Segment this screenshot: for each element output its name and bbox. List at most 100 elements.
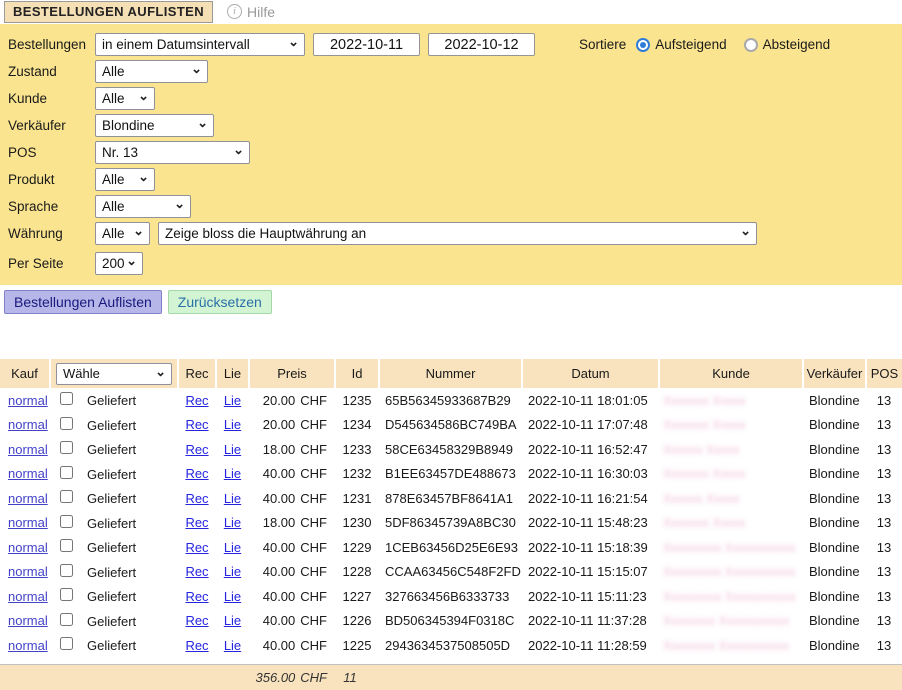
sprache-select[interactable]: Alle (95, 195, 191, 218)
lie-link[interactable]: Lie (224, 515, 241, 530)
lie-link[interactable]: Lie (224, 540, 241, 555)
rec-link[interactable]: Rec (185, 515, 208, 530)
kauf-link[interactable]: normal (8, 515, 48, 530)
rec-link[interactable]: Rec (185, 393, 208, 408)
rec-link[interactable]: Rec (185, 540, 208, 555)
lie-link[interactable]: Lie (224, 638, 241, 653)
kauf-link[interactable]: normal (8, 613, 48, 628)
row-checkbox[interactable] (60, 466, 73, 479)
customer-name-redacted[interactable]: Xxxxxx Xxxxx (663, 492, 739, 506)
customer-name-redacted[interactable]: Xxxxxx Xxxxx (663, 443, 739, 457)
row-checkbox[interactable] (60, 539, 73, 552)
radio-icon-aufsteigend (636, 38, 650, 52)
rec-link[interactable]: Rec (185, 589, 208, 604)
row-checkbox[interactable] (60, 613, 73, 626)
radio-aufsteigend[interactable]: Aufsteigend (636, 37, 726, 52)
kauf-link[interactable]: normal (8, 491, 48, 506)
verkaeufer-select[interactable]: Blondine (95, 114, 214, 137)
verkaeufer-select-wrap: Blondine (95, 114, 214, 137)
customer-name-redacted[interactable]: Xxxxxxxxx Xxxxxxxxxxx (663, 541, 796, 555)
waehle-select[interactable]: Wähle (56, 363, 172, 385)
customer-name-redacted[interactable]: Xxxxxxx Xxxxx (663, 394, 746, 408)
row-checkbox[interactable] (60, 637, 73, 650)
submit-button[interactable]: Bestellungen Auflisten (4, 290, 162, 314)
cell-id: 1235 (335, 388, 379, 413)
row-checkbox[interactable] (60, 490, 73, 503)
cell-datum: 2022-10-11 15:18:39 (522, 535, 659, 560)
row-checkbox[interactable] (60, 588, 73, 601)
cell-select-status: Geliefert (50, 535, 178, 560)
rec-link[interactable]: Rec (185, 638, 208, 653)
cell-verkaeufer: Blondine (803, 609, 866, 634)
lie-link[interactable]: Lie (224, 466, 241, 481)
customer-name-redacted[interactable]: Xxxxxxx Xxxxx (663, 418, 746, 432)
lie-link[interactable]: Lie (224, 589, 241, 604)
kauf-link[interactable]: normal (8, 466, 48, 481)
radio-absteigend[interactable]: Absteigend (744, 37, 831, 52)
rec-link[interactable]: Rec (185, 442, 208, 457)
kauf-link[interactable]: normal (8, 540, 48, 555)
help-link[interactable]: i Hilfe (227, 4, 275, 20)
customer-name-redacted[interactable]: Xxxxxxx Xxxxx (663, 516, 746, 530)
total-currency: CHF (300, 670, 327, 685)
row-checkbox[interactable] (60, 392, 73, 405)
customer-name-redacted[interactable]: Xxxxxxxx Xxxxxxxxxxx (663, 614, 789, 628)
col-header-nummer: Nummer (379, 359, 522, 388)
date-to-input[interactable] (428, 33, 535, 56)
cell-verkaeufer: Blondine (803, 535, 866, 560)
row-checkbox[interactable] (60, 417, 73, 430)
kauf-link[interactable]: normal (8, 417, 48, 432)
cell-preis: 40.00CHF (249, 486, 335, 511)
customer-name-redacted[interactable]: Xxxxxxx Xxxxx (663, 467, 746, 481)
pos-select[interactable]: Nr. 13 (95, 141, 250, 164)
waehrung-select[interactable]: Alle (95, 222, 150, 245)
lie-link[interactable]: Lie (224, 442, 241, 457)
filter-panel: Bestellungen in einem Datumsintervall So… (0, 24, 902, 285)
col-header-pos: POS (866, 359, 902, 388)
price-currency: CHF (300, 540, 327, 555)
row-checkbox[interactable] (60, 564, 73, 577)
produkt-select[interactable]: Alle (95, 168, 155, 191)
kauf-link[interactable]: normal (8, 638, 48, 653)
cell-kauf: normal (0, 535, 50, 560)
cell-lie: Lie (216, 584, 249, 609)
lie-link[interactable]: Lie (224, 393, 241, 408)
cell-preis: 40.00CHF (249, 609, 335, 634)
price-amount: 40.00 (263, 589, 296, 604)
date-from-input[interactable] (313, 33, 420, 56)
cell-select-status: Geliefert (50, 388, 178, 413)
price-amount: 40.00 (263, 613, 296, 628)
order-count: 11 (327, 670, 373, 685)
cell-preis: 40.00CHF (249, 462, 335, 487)
lie-link[interactable]: Lie (224, 491, 241, 506)
cell-select-status: Geliefert (50, 584, 178, 609)
rec-link[interactable]: Rec (185, 491, 208, 506)
cell-id: 1234 (335, 413, 379, 438)
reset-button[interactable]: Zurücksetzen (168, 290, 272, 314)
bestellungen-mode-select[interactable]: in einem Datumsintervall (95, 33, 305, 56)
rec-link[interactable]: Rec (185, 613, 208, 628)
price-amount: 20.00 (263, 417, 296, 432)
row-checkbox[interactable] (60, 515, 73, 528)
rec-link[interactable]: Rec (185, 417, 208, 432)
customer-name-redacted[interactable]: Xxxxxxxxx Xxxxxxxxxxx (663, 565, 796, 579)
kauf-link[interactable]: normal (8, 589, 48, 604)
kunde-select[interactable]: Alle (95, 87, 155, 110)
kauf-link[interactable]: normal (8, 442, 48, 457)
per-seite-select[interactable]: 200 (95, 252, 143, 275)
rec-link[interactable]: Rec (185, 466, 208, 481)
row-checkbox[interactable] (60, 441, 73, 454)
lie-link[interactable]: Lie (224, 613, 241, 628)
kauf-link[interactable]: normal (8, 564, 48, 579)
lie-link[interactable]: Lie (224, 417, 241, 432)
zustand-select[interactable]: Alle (95, 60, 208, 83)
cell-nummer: BD506345394F0318C (379, 609, 522, 634)
cell-preis: 40.00CHF (249, 633, 335, 658)
customer-name-redacted[interactable]: Xxxxxxxx Xxxxxxxxxxx (663, 639, 789, 653)
kauf-link[interactable]: normal (8, 393, 48, 408)
rec-link[interactable]: Rec (185, 564, 208, 579)
waehrung-mode-select[interactable]: Zeige bloss die Hauptwährung an (158, 222, 757, 245)
lie-link[interactable]: Lie (224, 564, 241, 579)
cell-verkaeufer: Blondine (803, 511, 866, 536)
customer-name-redacted[interactable]: Xxxxxxxxx Xxxxxxxxxxx (663, 590, 796, 604)
